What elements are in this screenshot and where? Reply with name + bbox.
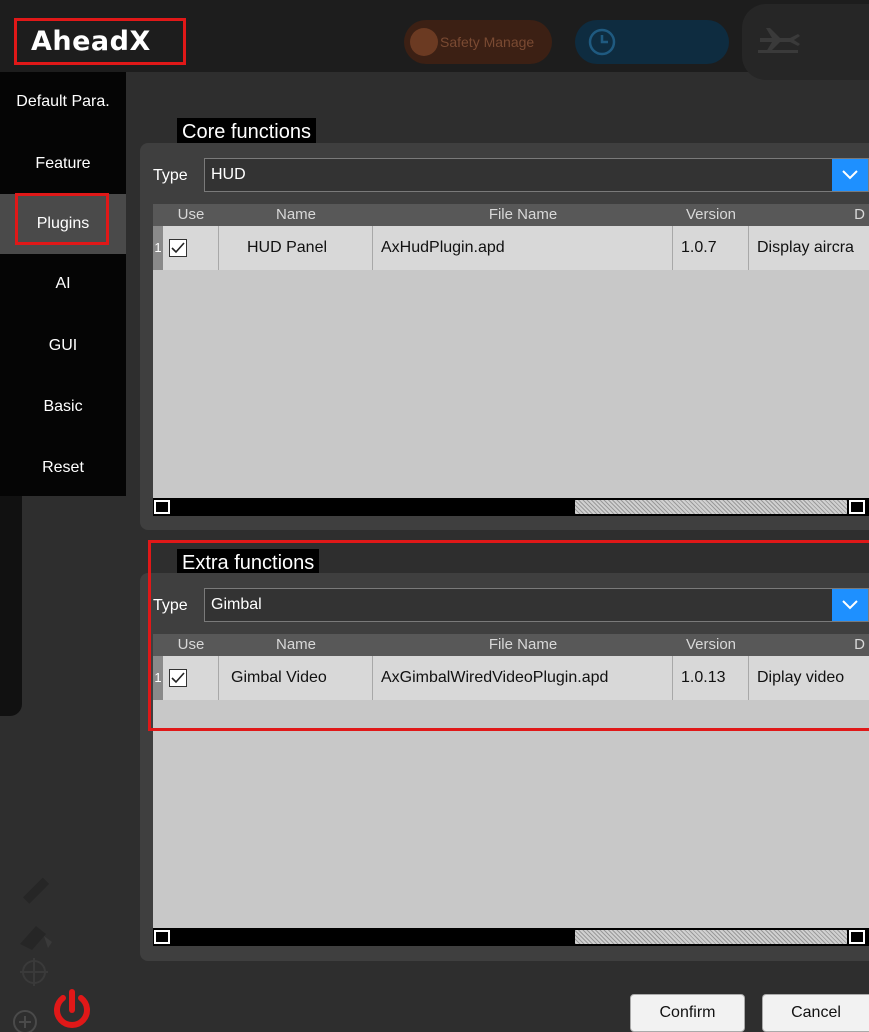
scroll-right-button[interactable] xyxy=(849,930,865,944)
settings-sidebar: Default Para. Feature Plugins AI GUI Bas… xyxy=(0,72,126,496)
crosshair-icon[interactable] xyxy=(18,956,52,990)
sidebar-item-ai[interactable]: AI xyxy=(0,254,126,314)
file-name-cell: AxHudPlugin.apd xyxy=(373,226,673,270)
use-cell xyxy=(163,226,219,270)
table-row[interactable]: HUD Panel AxHudPlugin.apd 1.0.7 Display … xyxy=(163,226,869,270)
sidebar-item-label: Default Para. xyxy=(16,93,110,110)
version-cell: 1.0.7 xyxy=(673,226,749,270)
col-description: D xyxy=(854,206,865,223)
cancel-button[interactable]: Cancel xyxy=(762,994,869,1032)
core-plugins-table: Use Name File Name Version D 1 HUD Panel… xyxy=(153,204,869,516)
table-header: Use Name File Name Version D xyxy=(153,204,869,226)
safety-icon xyxy=(410,28,438,56)
core-type-label: Type xyxy=(153,167,188,184)
col-file-name: File Name xyxy=(488,206,558,223)
sidebar-item-label: GUI xyxy=(48,337,78,354)
scroll-left-button[interactable] xyxy=(154,500,170,514)
ruler-icon[interactable] xyxy=(18,874,52,908)
sidebar-item-default-para[interactable]: Default Para. xyxy=(0,72,126,132)
name-cell: HUD Panel xyxy=(219,226,373,270)
plugins-highlight-frame xyxy=(15,193,109,245)
horizontal-scrollbar[interactable] xyxy=(153,498,869,516)
col-use: Use xyxy=(177,206,205,223)
col-name: Name xyxy=(275,206,316,223)
logo: AheadX xyxy=(14,18,186,65)
confirm-button[interactable]: Confirm xyxy=(630,994,745,1032)
extra-functions-highlight-frame xyxy=(148,540,869,731)
scrollbar-track[interactable] xyxy=(575,500,847,514)
horizontal-scrollbar[interactable] xyxy=(153,928,869,946)
col-version: Version xyxy=(685,206,737,223)
sidebar-item-reset[interactable]: Reset xyxy=(0,438,126,498)
sidebar-item-feature[interactable]: Feature xyxy=(0,134,126,194)
zoom-in-icon[interactable] xyxy=(10,998,40,1032)
description-cell: Display aircra xyxy=(757,239,854,256)
safety-manage-button[interactable]: Safety Manage xyxy=(404,20,552,64)
row-header: 1 xyxy=(153,226,163,270)
power-icon[interactable] xyxy=(50,988,94,1032)
safety-manage-label: Safety Manage xyxy=(440,34,535,50)
clock-button[interactable] xyxy=(575,20,729,64)
sidebar-item-label: AI xyxy=(55,275,71,292)
sidebar-item-label: Basic xyxy=(43,398,83,415)
clock-icon xyxy=(588,28,616,56)
sidebar-item-gui[interactable]: GUI xyxy=(0,316,126,376)
use-checkbox[interactable] xyxy=(169,239,187,257)
sidebar-item-basic[interactable]: Basic xyxy=(0,377,126,437)
scroll-left-button[interactable] xyxy=(154,930,170,944)
core-type-value: HUD xyxy=(211,166,246,183)
core-functions-title: Core functions xyxy=(177,118,316,146)
row-number: 1 xyxy=(154,240,162,255)
sidebar-item-label: Feature xyxy=(35,155,91,172)
map-tools xyxy=(0,860,126,1032)
airplane-icon xyxy=(758,28,800,53)
logo-text: AheadX xyxy=(31,26,151,57)
core-functions-panel: Type HUD Use Name File Name Version D 1 … xyxy=(140,143,869,530)
core-type-select[interactable]: HUD xyxy=(204,158,869,192)
airplane-tab[interactable] xyxy=(742,4,869,80)
chevron-down-icon[interactable] xyxy=(832,159,868,191)
scroll-right-button[interactable] xyxy=(849,500,865,514)
left-edge-strip xyxy=(0,496,22,716)
sidebar-item-label: Reset xyxy=(42,459,84,476)
eraser-icon[interactable] xyxy=(14,918,54,954)
scrollbar-track[interactable] xyxy=(575,930,847,944)
top-bar: AheadX Safety Manage xyxy=(0,0,869,80)
